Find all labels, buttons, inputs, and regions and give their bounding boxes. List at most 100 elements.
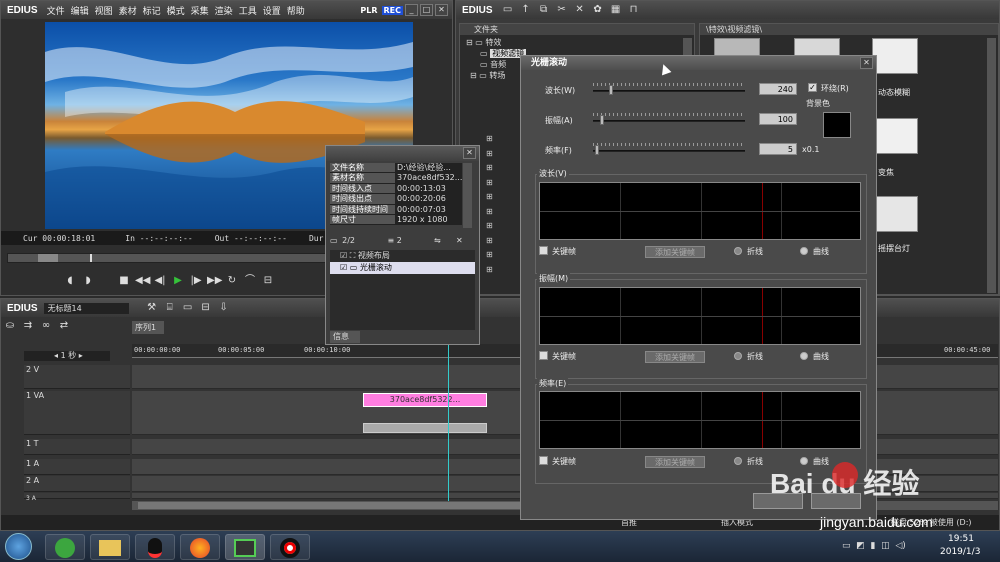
menu-clip[interactable]: 素材 xyxy=(116,4,140,17)
loop-checkbox[interactable]: ✓ xyxy=(808,83,817,92)
info-close-icon[interactable]: ✕ xyxy=(463,147,476,159)
frequency-thumb[interactable] xyxy=(595,145,599,155)
audio-clip[interactable] xyxy=(363,423,487,433)
amplitude-thumb[interactable] xyxy=(600,115,604,125)
polyline-radio-3[interactable] xyxy=(734,457,742,465)
fast-forward-icon[interactable]: ▶▶ xyxy=(207,274,222,288)
tree-item-effects[interactable]: ⊟ ▭ 特效 xyxy=(466,37,526,48)
open-icon[interactable]: ▭ xyxy=(181,301,195,315)
taskbar-edius-icon[interactable] xyxy=(225,534,265,560)
menu-render[interactable]: 渲染 xyxy=(212,4,236,17)
save-icon[interactable]: ⊟ xyxy=(199,301,213,315)
grid-scrollbar[interactable] xyxy=(987,38,996,293)
link-icon[interactable]: ∞ xyxy=(39,319,53,333)
insert-icon[interactable]: ⊟ xyxy=(261,274,275,288)
keyframe-checkbox-2[interactable] xyxy=(539,351,548,360)
step-back-icon[interactable]: ◀| xyxy=(153,274,167,288)
menu-settings[interactable]: 设置 xyxy=(260,4,284,17)
wavelength-graph[interactable] xyxy=(539,182,861,240)
rec-badge[interactable]: REC xyxy=(381,5,403,15)
polyline-radio-1[interactable] xyxy=(734,247,742,255)
video-clip[interactable]: 370ace8df5322... xyxy=(363,393,487,407)
bg-color-swatch[interactable] xyxy=(823,112,851,138)
ripple-icon[interactable]: ⇉ xyxy=(21,319,35,333)
scrub-handle[interactable] xyxy=(38,254,58,262)
scale-select[interactable]: ◂ 1 秒 ▸ xyxy=(24,351,110,361)
up-folder-icon[interactable]: ↑ xyxy=(519,3,533,17)
lock-icon[interactable]: ⊓ xyxy=(627,3,641,17)
menu-marker[interactable]: 标记 xyxy=(140,4,164,17)
taskbar-explorer-icon[interactable] xyxy=(90,534,130,560)
menu-edit[interactable]: 编辑 xyxy=(68,4,92,17)
wavelength-thumb[interactable] xyxy=(609,85,613,95)
track-head-2a[interactable]: 2 A xyxy=(24,476,130,492)
keyframe-checkbox-3[interactable] xyxy=(539,456,548,465)
grid-view-icon[interactable]: ▦ xyxy=(609,3,623,17)
keyframe-checkbox-1[interactable] xyxy=(539,246,548,255)
add-keyframe-button-1[interactable]: 添加关键帧 xyxy=(645,246,705,258)
share-icon[interactable]: ⇋ xyxy=(434,234,441,248)
stop-icon[interactable]: ■ xyxy=(117,274,131,288)
taskbar-record-icon[interactable] xyxy=(270,534,310,560)
overwrite-icon[interactable]: ⌒ xyxy=(243,274,257,288)
cut-icon[interactable]: ✂ xyxy=(555,3,569,17)
tree-item-video-filters[interactable]: ▭ 视频滤镜 xyxy=(466,48,527,59)
clock-time[interactable]: 19:51 xyxy=(948,534,974,544)
polyline-radio-2[interactable] xyxy=(734,352,742,360)
play-icon[interactable]: ▶ xyxy=(171,274,185,288)
amplitude-track[interactable] xyxy=(593,120,745,122)
add-keyframe-button-2[interactable]: 添加关键帧 xyxy=(645,351,705,363)
set-in-icon[interactable]: ◖ xyxy=(63,274,77,288)
wavelength-track[interactable] xyxy=(593,90,745,92)
track-head-2v[interactable]: 2 V xyxy=(24,365,130,389)
dialog-close-icon[interactable]: ✕ xyxy=(860,57,873,69)
effect-icon[interactable]: ✿ xyxy=(591,3,605,17)
effect-thumb-5[interactable] xyxy=(872,196,918,232)
taskbar-firefox-icon[interactable] xyxy=(180,534,220,560)
camera-icon[interactable]: ⌸ xyxy=(163,301,177,315)
info-tab[interactable]: 信息 xyxy=(330,331,360,343)
new-sequence-icon[interactable]: ⚒ xyxy=(145,301,159,315)
close-icon[interactable]: ✕ xyxy=(435,4,448,16)
minimize-icon[interactable]: _ xyxy=(405,4,418,16)
tray-icons[interactable]: ▭ ◩ ▮ ◫ ◁) xyxy=(842,541,932,553)
effect-thumb-4[interactable] xyxy=(872,118,918,154)
menu-view[interactable]: 视图 xyxy=(92,4,116,17)
remove-icon[interactable]: ✕ xyxy=(456,234,463,248)
step-forward-icon[interactable]: |▶ xyxy=(189,274,203,288)
curve-radio-2[interactable] xyxy=(800,352,808,360)
folder-icon[interactable]: ▭ xyxy=(501,3,515,17)
track-head-1va[interactable]: 1 VA xyxy=(24,391,130,435)
frequency-graph[interactable] xyxy=(539,391,861,449)
curve-radio-1[interactable] xyxy=(800,247,808,255)
amplitude-value[interactable]: 100 xyxy=(759,113,797,125)
clock-date[interactable]: 2019/1/3 xyxy=(940,547,980,557)
tree-item-audio[interactable]: ▭ 音频 xyxy=(466,59,526,70)
plr-badge[interactable]: PLR xyxy=(358,6,379,15)
mode-icon[interactable]: ⛀ xyxy=(3,319,17,333)
amplitude-graph[interactable] xyxy=(539,287,861,345)
effect-thumb-3[interactable] xyxy=(872,38,918,74)
taskbar-qq-icon[interactable] xyxy=(135,534,175,560)
rewind-icon[interactable]: ◀◀ xyxy=(135,274,150,288)
project-name[interactable]: 无标题14 xyxy=(43,302,129,314)
playhead-line[interactable] xyxy=(448,344,449,504)
menu-help[interactable]: 帮助 xyxy=(284,4,308,17)
menu-mode[interactable]: 模式 xyxy=(164,4,188,17)
effect-item-raster-scroll[interactable]: ☑ ▭ 光栅滚动 xyxy=(330,262,475,274)
info-scrollbar[interactable] xyxy=(463,163,472,228)
track-head-1t[interactable]: 1 T xyxy=(24,439,130,455)
delete-icon[interactable]: ✕ xyxy=(573,3,587,17)
menu-capture[interactable]: 采集 xyxy=(188,4,212,17)
sync-icon[interactable]: ⇄ xyxy=(57,319,71,333)
menu-tools[interactable]: 工具 xyxy=(236,4,260,17)
copy-icon[interactable]: ⧉ xyxy=(537,3,551,17)
start-button[interactable] xyxy=(5,533,32,560)
track-head-3a[interactable]: 3 A xyxy=(24,493,130,502)
set-out-icon[interactable]: ◗ xyxy=(81,274,95,288)
menu-file[interactable]: 文件 xyxy=(44,4,68,17)
export-icon[interactable]: ⇩ xyxy=(217,301,231,315)
maximize-icon[interactable]: □ xyxy=(420,4,433,16)
taskbar-ie-icon[interactable] xyxy=(45,534,85,560)
frequency-value[interactable]: 5 xyxy=(759,143,797,155)
